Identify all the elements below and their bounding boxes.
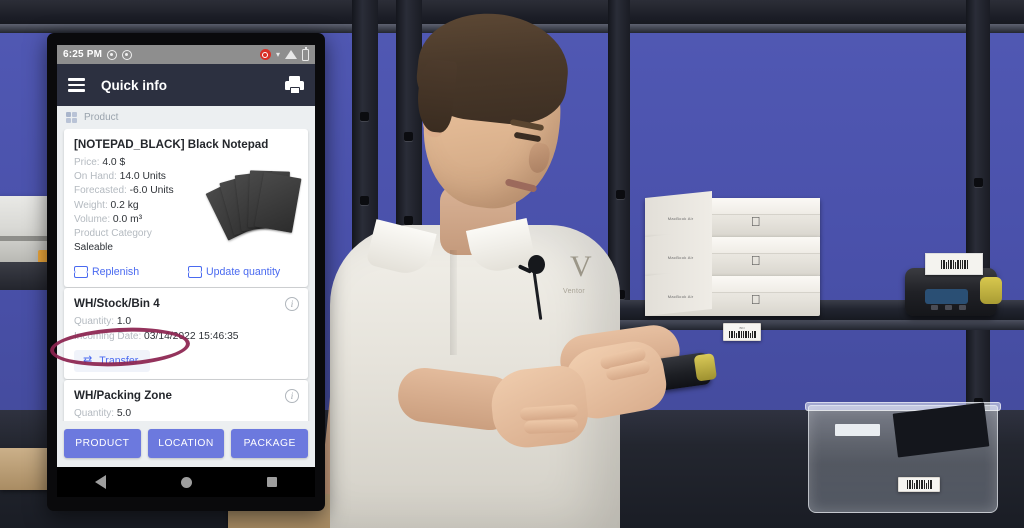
location-card-packing-zone: WH/Packing Zone i Quantity: 5.0 Reserved… [64,379,308,421]
app-bar: Quick info [57,64,315,106]
shelf-barcode-label: BIN [723,323,761,341]
package-tab-button[interactable]: PACKAGE [231,429,309,458]
refresh-icon-2 [188,266,202,279]
attr-label-onhand: On Hand: [74,171,117,183]
location-title: WH/Stock/Bin 4 [74,297,160,311]
record-dot-icon [107,49,118,60]
attr-value-weight: 0.2 kg [110,199,139,211]
breadcrumb[interactable]: Product [57,106,315,129]
wifi-icon [285,50,297,59]
battery-icon [302,46,309,61]
attr-value-price: 4.0 $ [102,157,126,168]
location-row-incoming-date: Incoming Date: 03/14/2022 15:46:35 [74,330,298,344]
row-value-quantity-2: 5.0 [116,407,132,419]
row-label-quantity: Quantity: [74,316,115,328]
bottom-button-row: PRODUCT LOCATION PACKAGE [57,421,315,467]
update-quantity-button[interactable]: Update quantity [188,266,298,279]
back-triangle-icon[interactable] [94,475,106,489]
row-value-quantity: 1.0 [116,316,132,328]
polo-placket [450,250,457,355]
phone-screen: 6:25 PM ▾ Quick info Product [NOTEPAD_BL… [57,45,315,497]
attr-label-volume: Volume: [74,213,111,225]
attr-value-onhand: 14.0 Units [119,171,166,183]
product-box-1: MacBook Air  [645,191,820,238]
row-label-quantity-2: Quantity: [74,407,115,419]
barcode-icon [728,331,756,338]
product-title: [NOTEPAD_BLACK] Black Notepad [74,138,269,151]
product-image [205,167,302,241]
breadcrumb-label: Product [84,112,119,123]
location-row-quantity: Quantity: 1.0 [74,315,298,329]
print-icon[interactable] [285,76,304,94]
transfer-label: Transfer [99,354,139,367]
row-label-incoming-date: Incoming Date: [74,330,142,342]
bin-barcode-label [898,477,940,492]
product-box-2: MacBook Air  [645,230,820,277]
record-dot-icon-2 [122,49,133,60]
attr-value-volume: 0.0 m³ [112,213,143,225]
shirt-logo-text: Ventor [563,288,586,295]
transfer-button[interactable]: ⇄ Transfer [74,349,151,372]
location-row-quantity-2: Quantity: 5.0 [74,407,298,421]
attr-value-forecasted: -6.0 Units [129,185,174,197]
android-nav-bar [57,467,315,497]
attr-label-weight: Weight: [74,199,108,211]
product-card-actions: Replenish Update quantity [64,261,308,287]
product-card: [NOTEPAD_BLACK] Black Notepad Price: 4.0… [64,129,308,288]
network-arrow-icon: ▾ [275,50,280,59]
product-attr-category-value: Saleable [74,242,113,254]
refresh-icon [74,266,88,279]
location-title-2: WH/Packing Zone [74,388,172,402]
page-title: Quick info [101,77,168,93]
lapel-microphone [528,255,545,274]
product-tab-button[interactable]: PRODUCT [64,429,141,458]
product-box-3: MacBook Air  [645,269,820,316]
update-quantity-label: Update quantity [206,266,281,279]
status-bar: 6:25 PM ▾ [57,45,315,64]
mobile-device: 6:25 PM ▾ Quick info Product [NOTEPAD_BL… [47,33,325,511]
hamburger-menu-icon[interactable] [68,78,85,92]
rugged-scanner-device [905,268,1002,316]
replenish-label: Replenish [92,266,140,279]
content-scroll-area[interactable]: [NOTEPAD_BLACK] Black Notepad Price: 4.0… [57,129,315,421]
location-card-stock-bin-4: WH/Stock/Bin 4 i Quantity: 1.0 Incoming … [64,288,308,379]
attr-label-forecasted: Forecasted: [74,185,127,197]
row-value-incoming-date: 03/14/2022 15:46:35 [144,330,239,342]
barcode-icon-3 [906,480,932,489]
barcode-icon-2 [940,259,968,269]
shelf-plank-right-edge [608,320,1024,330]
info-icon-2[interactable]: i [285,388,299,403]
shirt-logo: V [570,250,592,283]
scanner-barcode-label [925,253,983,275]
status-bar-time: 6:25 PM [63,49,103,60]
screen-record-icon [259,49,271,60]
apps-grid-icon [66,112,77,123]
home-circle-icon[interactable] [180,476,192,488]
replenish-button[interactable]: Replenish [74,266,184,279]
recents-square-icon[interactable] [267,477,278,487]
transfer-icon: ⇄ [83,354,93,367]
location-tab-button[interactable]: LOCATION [147,429,225,458]
attr-label-price: Price: [74,157,100,168]
